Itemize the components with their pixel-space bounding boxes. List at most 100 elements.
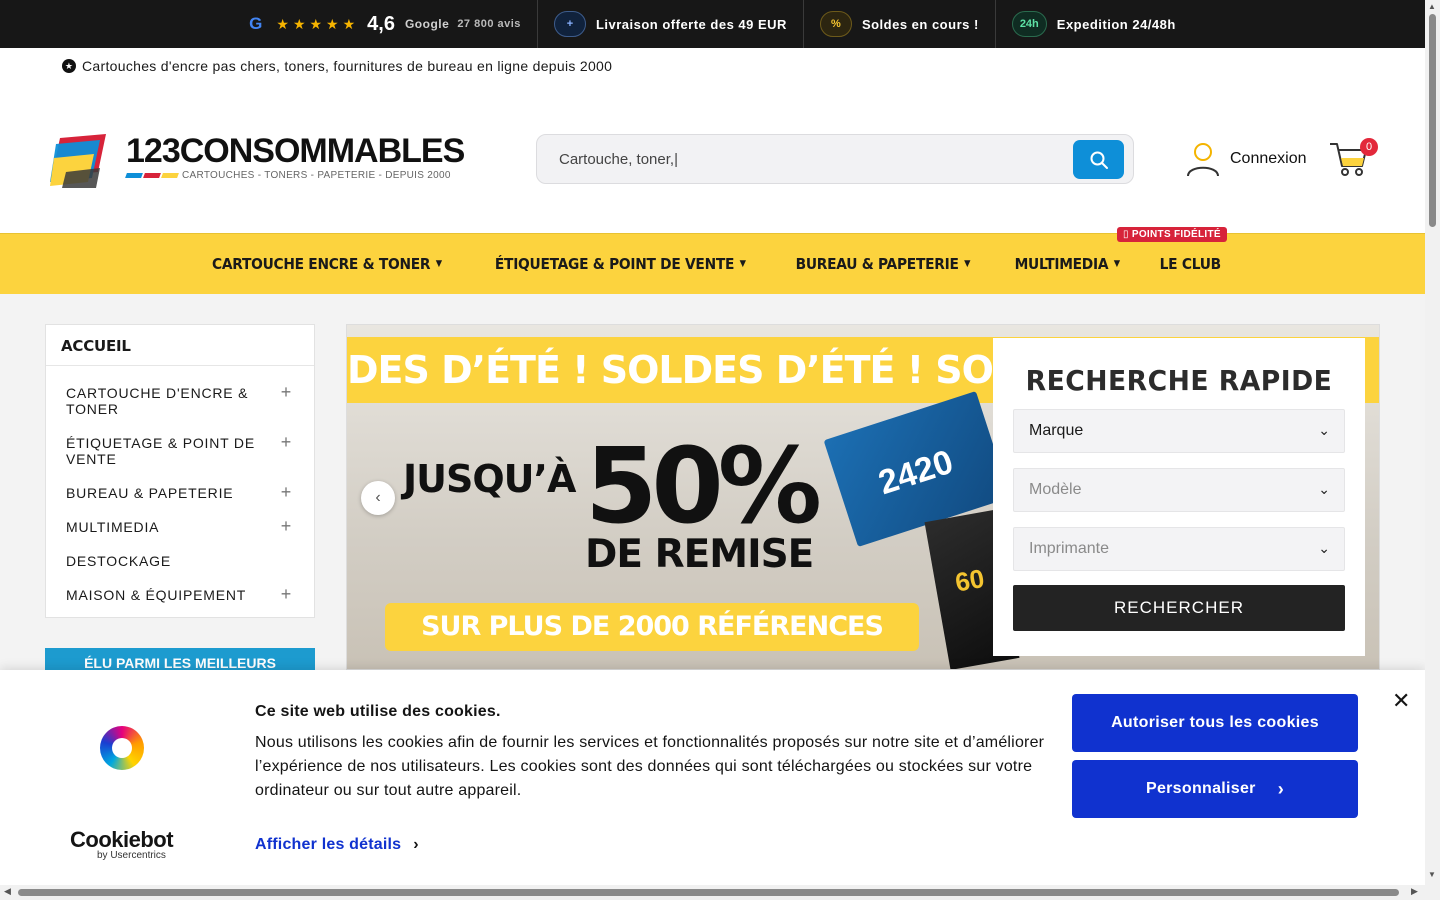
- horizontal-scrollbar[interactable]: ◀ ▶: [0, 885, 1425, 900]
- cookie-title: Ce site web utilise des cookies.: [255, 703, 501, 720]
- plus-icon: +: [553, 11, 586, 37]
- cookiebot-by: by Usercentrics: [97, 850, 166, 861]
- chevron-down-icon: ⌄: [1318, 481, 1330, 497]
- sidebar-item-cartouche[interactable]: CARTOUCHE D'ENCRE & TONER +: [46, 376, 314, 426]
- site-logo[interactable]: 123CONSOMMABLES CARTOUCHES - TONERS - PA…: [50, 132, 480, 188]
- tagline: ★ Cartouches d'encre pas chers, toners, …: [62, 58, 612, 74]
- logo-subtitle: CARTOUCHES - TONERS - PAPETERIE - DEPUIS…: [182, 170, 451, 181]
- top-info-bar: G ★★★★★ 4,6 Google 27 800 avis + Livrais…: [0, 0, 1425, 48]
- google-label: Google: [404, 17, 450, 31]
- nav-item-le-club[interactable]: LE CLUB: [1159, 255, 1221, 273]
- login-link[interactable]: Connexion: [1186, 139, 1307, 179]
- brand-select-value: Marque: [1029, 422, 1084, 439]
- search-icon: [1090, 151, 1108, 169]
- expand-icon[interactable]: +: [281, 585, 292, 603]
- chevron-down-icon: ⌄: [1318, 540, 1330, 556]
- sidebar-item-label: MULTIMEDIA: [66, 519, 160, 535]
- nav-item-label: CARTOUCHE ENCRE & TONER: [211, 255, 431, 273]
- quick-search-button[interactable]: RECHERCHER: [1013, 585, 1345, 631]
- sidebar-item-etiquetage[interactable]: ÉTIQUETAGE & POINT DE VENTE +: [46, 426, 314, 476]
- sidebar-item-label: DESTOCKAGE: [66, 553, 171, 569]
- sidebar-item-bureau[interactable]: BUREAU & PAPETERIE +: [46, 476, 314, 510]
- google-rating[interactable]: G ★★★★★ 4,6 Google 27 800 avis: [233, 0, 538, 48]
- chevron-down-icon: ⌄: [1318, 422, 1330, 438]
- search-bar: [536, 134, 1134, 184]
- sidebar-item-destockage[interactable]: DESTOCKAGE: [46, 544, 314, 578]
- percent-icon: %: [819, 11, 852, 37]
- nav-item-label: BUREAU & PAPETERIE: [795, 255, 959, 273]
- review-count: 27 800 avis: [457, 18, 521, 30]
- brand-select[interactable]: Marque ⌄: [1013, 409, 1345, 453]
- scroll-right-icon[interactable]: ▶: [1411, 886, 1418, 897]
- login-label: Connexion: [1230, 150, 1307, 167]
- nav-item-label: ÉTIQUETAGE & POINT DE VENTE: [494, 255, 735, 273]
- horizontal-scroll-thumb[interactable]: [18, 889, 1399, 896]
- nav-item-multimedia[interactable]: MULTIMEDIA ▼: [1014, 255, 1121, 273]
- sales-info: % Soldes en cours !: [804, 0, 996, 48]
- scroll-up-icon[interactable]: ▲: [1428, 2, 1436, 11]
- google-icon: G: [249, 14, 263, 33]
- nav-item-etiquetage[interactable]: ÉTIQUETAGE & POINT DE VENTE ▼: [495, 255, 746, 273]
- model-select[interactable]: Modèle ⌄: [1013, 468, 1345, 512]
- rating-value: 4,6: [367, 12, 395, 35]
- nav-item-label: MULTIMEDIA: [1014, 255, 1109, 273]
- expand-icon[interactable]: +: [281, 383, 292, 401]
- printer-select-value: Imprimante: [1029, 540, 1110, 557]
- show-details-link[interactable]: Afficher les détails ›: [255, 836, 419, 854]
- model-select-value: Modèle: [1029, 481, 1082, 498]
- expand-icon[interactable]: +: [281, 517, 292, 535]
- customize-label: Personnaliser: [1145, 780, 1256, 797]
- main-navigation: CARTOUCHE ENCRE & TONER ▼ ÉTIQUETAGE & P…: [0, 227, 1425, 294]
- sidebar-item-label: BUREAU & PAPETERIE: [66, 485, 234, 501]
- logo-name: 123CONSOMMABLES: [126, 132, 465, 170]
- site-header: ★ Cartouches d'encre pas chers, toners, …: [0, 48, 1425, 233]
- show-details-label: Afficher les détails: [255, 836, 402, 853]
- cart-count-badge: 0: [1360, 138, 1378, 156]
- cookie-text: Nous utilisons les cookies afin de fourn…: [255, 734, 1045, 799]
- vertical-scroll-thumb[interactable]: [1429, 14, 1436, 227]
- sidebar-item-multimedia[interactable]: MULTIMEDIA +: [46, 510, 314, 544]
- sidebar-item-label: MAISON & ÉQUIPEMENT: [66, 587, 247, 603]
- sidebar-heading[interactable]: ACCUEIL: [46, 325, 314, 366]
- tagline-text: Cartouches d'encre pas chers, toners, fo…: [82, 58, 613, 74]
- shipping-label: Livraison offerte des 49 EUR: [595, 16, 787, 32]
- scroll-left-icon[interactable]: ◀: [4, 886, 11, 897]
- quick-search-title: RECHERCHE RAPIDE: [1025, 364, 1333, 397]
- chevron-down-icon: ▼: [964, 259, 971, 269]
- award-banner[interactable]: ÉLU PARMI LES MEILLEURS: [45, 648, 315, 672]
- expedition-label: Expedition 24/48h: [1056, 16, 1176, 32]
- logo-mark-icon: [50, 134, 106, 188]
- search-button[interactable]: [1073, 140, 1124, 179]
- printer-select[interactable]: Imprimante ⌄: [1013, 527, 1345, 571]
- chevron-left-icon: ‹: [375, 489, 381, 506]
- search-input[interactable]: [559, 147, 1059, 171]
- sidebar-item-label: CARTOUCHE D'ENCRE & TONER: [66, 385, 249, 417]
- expand-icon[interactable]: +: [281, 433, 292, 451]
- sales-label: Soldes en cours !: [861, 16, 979, 32]
- hero-upto: JUSQU’À: [403, 457, 576, 501]
- chevron-down-icon: ▼: [1113, 259, 1121, 269]
- customize-cookies-button[interactable]: Personnaliser ›: [1072, 760, 1358, 818]
- hero-remise: DE REMISE: [585, 532, 814, 577]
- clock-24h-icon: 24h: [1011, 11, 1047, 37]
- expand-icon[interactable]: +: [281, 483, 292, 501]
- cart-button[interactable]: 0: [1328, 138, 1378, 180]
- nav-item-bureau[interactable]: BUREAU & PAPETERIE ▼: [796, 255, 971, 273]
- hero-references: SUR PLUS DE 2000 RÉFÉRENCES: [385, 603, 919, 651]
- sidebar-item-maison[interactable]: MAISON & ÉQUIPEMENT +: [46, 578, 314, 612]
- nav-item-label: LE CLUB: [1159, 255, 1221, 273]
- close-icon[interactable]: ✕: [1392, 690, 1410, 712]
- hero-percent: 50%: [585, 425, 822, 547]
- catalog-label: 60: [952, 562, 987, 598]
- star-badge-icon: ★: [62, 59, 76, 73]
- cookie-banner: Cookiebot by Usercentrics Ce site web ut…: [0, 670, 1425, 885]
- quick-search-panel: RECHERCHE RAPIDE Marque ⌄ Modèle ⌄ Impri…: [993, 338, 1365, 656]
- nav-item-cartouche[interactable]: CARTOUCHE ENCRE & TONER ▼: [212, 255, 442, 273]
- rating-stars: ★★★★★: [276, 15, 360, 32]
- carousel-prev-button[interactable]: ‹: [361, 481, 395, 515]
- scroll-down-icon[interactable]: ▼: [1428, 870, 1436, 879]
- allow-all-cookies-button[interactable]: Autoriser tous les cookies: [1072, 694, 1358, 752]
- loyalty-points-badge: ▯ POINTS FIDÉLITÉ: [1117, 227, 1227, 242]
- vertical-scrollbar[interactable]: ▲ ▼: [1425, 0, 1440, 900]
- chevron-down-icon: ▼: [435, 259, 442, 269]
